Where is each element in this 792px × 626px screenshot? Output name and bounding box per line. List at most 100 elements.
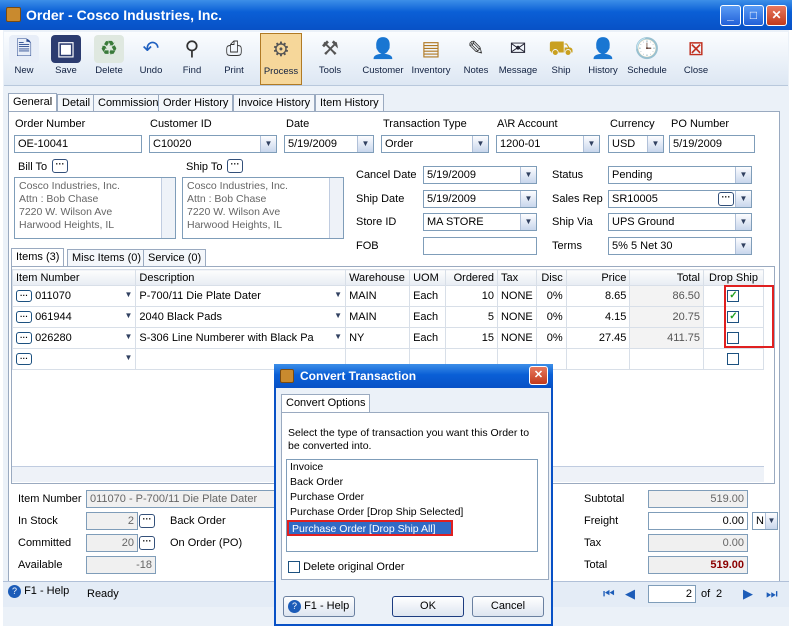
col-drop-ship[interactable]: Drop Ship bbox=[702, 269, 765, 286]
cancel-date-field[interactable]: 5/19/2009 ▼ bbox=[423, 166, 537, 184]
list-item[interactable]: Purchase Order bbox=[287, 490, 537, 505]
list-item[interactable]: Purchase Order [Drop Ship Selected] bbox=[287, 505, 537, 520]
col-disc[interactable]: Disc bbox=[535, 269, 567, 286]
freight-code-field[interactable]: N ▼ bbox=[752, 512, 778, 530]
transaction-type-field[interactable]: Order ▼ bbox=[381, 135, 489, 153]
chevron-down-icon[interactable]: ▼ bbox=[357, 136, 373, 152]
po-number-field[interactable]: 5/19/2009 bbox=[669, 135, 755, 153]
chevron-down-icon[interactable]: ▼ bbox=[735, 214, 751, 230]
uom-cell[interactable]: Each bbox=[409, 285, 447, 307]
status-field[interactable]: Pending ▼ bbox=[608, 166, 752, 184]
price-cell[interactable]: 4.15 bbox=[565, 306, 631, 328]
chevron-down-icon[interactable]: ▼ bbox=[520, 167, 536, 183]
col-tax[interactable]: Tax bbox=[496, 269, 537, 286]
bill-to-lookup-button[interactable]: ··· bbox=[52, 159, 68, 173]
description-cell[interactable]: S-306 Line Numberer with Black Pa ▼ bbox=[135, 327, 347, 349]
tab-general[interactable]: General bbox=[8, 93, 58, 112]
chevron-down-icon[interactable]: ▼ bbox=[735, 238, 751, 254]
tax-cell[interactable]: NONE bbox=[496, 306, 537, 328]
item-lookup-button[interactable]: ··· bbox=[16, 290, 32, 303]
col-description[interactable]: Description bbox=[135, 269, 347, 286]
price-cell[interactable] bbox=[565, 348, 631, 370]
col-warehouse[interactable]: Warehouse bbox=[345, 269, 411, 286]
find-button[interactable]: ⚲ Find bbox=[174, 33, 210, 85]
col-ordered[interactable]: Ordered bbox=[445, 269, 498, 286]
tab-invoice-history[interactable]: Invoice History bbox=[233, 94, 316, 112]
bill-to-scrollbar[interactable] bbox=[161, 178, 175, 238]
dialog-help-button[interactable]: ? F1 - Help bbox=[283, 596, 355, 617]
customer-button[interactable]: 👤 Customer bbox=[360, 33, 406, 85]
prev-page-icon[interactable]: ◀ bbox=[625, 586, 635, 602]
item-lookup-button[interactable]: ··· bbox=[16, 311, 32, 324]
maximize-button[interactable]: □ bbox=[743, 5, 764, 26]
order-number-field[interactable]: OE-10041 bbox=[14, 135, 142, 153]
cancel-button[interactable]: Cancel bbox=[472, 596, 544, 617]
item-number-cell[interactable]: ··· ▼ bbox=[11, 348, 137, 370]
chevron-down-icon[interactable]: ▼ bbox=[334, 332, 342, 341]
drop-ship-checkbox[interactable] bbox=[727, 353, 740, 366]
tab-items[interactable]: Items (3) bbox=[11, 248, 65, 267]
chevron-down-icon[interactable]: ▼ bbox=[124, 332, 132, 341]
tax-cell[interactable]: NONE bbox=[496, 285, 537, 307]
uom-cell[interactable]: Each bbox=[409, 306, 447, 328]
drop-ship-cell[interactable] bbox=[702, 348, 765, 370]
ship-to-address[interactable]: Cosco Industries, Inc. Attn : Bob Chase … bbox=[182, 177, 344, 239]
tax-cell[interactable]: NONE bbox=[496, 327, 537, 349]
ship-date-field[interactable]: 5/19/2009 ▼ bbox=[423, 190, 537, 208]
disc-cell[interactable]: 0% bbox=[535, 285, 567, 307]
tab-convert-options[interactable]: Convert Options bbox=[281, 394, 371, 413]
chevron-down-icon[interactable]: ▼ bbox=[765, 513, 777, 529]
history-button[interactable]: 👤 History bbox=[584, 33, 622, 85]
chevron-down-icon[interactable]: ▼ bbox=[520, 191, 536, 207]
list-item[interactable]: Invoice bbox=[287, 460, 537, 475]
tools-button[interactable]: ⚒ Tools bbox=[306, 33, 354, 85]
item-number-cell[interactable]: ··· 026280 ▼ bbox=[11, 327, 137, 349]
ordered-cell[interactable]: 15 bbox=[445, 327, 498, 349]
ar-account-field[interactable]: 1200-01 ▼ bbox=[496, 135, 600, 153]
ship-to-scrollbar[interactable] bbox=[329, 178, 343, 238]
message-button[interactable]: ✉ Message bbox=[496, 33, 540, 85]
item-lookup-button[interactable]: ··· bbox=[16, 353, 32, 366]
ok-button[interactable]: OK bbox=[392, 596, 464, 617]
customer-id-field[interactable]: C10020 ▼ bbox=[149, 135, 277, 153]
close-window-button[interactable]: ✕ bbox=[766, 5, 787, 26]
uom-cell[interactable]: Each bbox=[409, 327, 447, 349]
close-button[interactable]: ⊠ Close bbox=[676, 33, 716, 85]
currency-field[interactable]: USD ▼ bbox=[608, 135, 664, 153]
price-cell[interactable]: 8.65 bbox=[565, 285, 631, 307]
schedule-button[interactable]: 🕒 Schedule bbox=[624, 33, 670, 85]
description-cell[interactable]: 2040 Black Pads ▼ bbox=[135, 306, 347, 328]
notes-button[interactable]: ✎ Notes bbox=[458, 33, 494, 85]
inventory-button[interactable]: ▤ Inventory bbox=[408, 33, 454, 85]
col-total[interactable]: Total bbox=[629, 269, 704, 286]
price-cell[interactable]: 27.45 bbox=[565, 327, 631, 349]
table-row[interactable]: ··· 061944 ▼ 2040 Black Pads ▼ MAIN Each 5… bbox=[11, 306, 765, 328]
tab-service[interactable]: Service (0) bbox=[143, 249, 207, 267]
chevron-down-icon[interactable]: ▼ bbox=[735, 191, 751, 207]
fob-field[interactable] bbox=[423, 237, 537, 255]
new-button[interactable]: 🗎 New bbox=[6, 33, 42, 85]
chevron-down-icon[interactable]: ▼ bbox=[334, 290, 342, 299]
item-number-cell[interactable]: ··· 061944 ▼ bbox=[11, 306, 137, 328]
disc-cell[interactable]: 0% bbox=[535, 306, 567, 328]
dialog-close-button[interactable]: ✕ bbox=[529, 366, 548, 385]
undo-button[interactable]: ↶ Undo bbox=[134, 33, 168, 85]
list-item[interactable]: Back Order bbox=[287, 475, 537, 490]
ship-to-lookup-button[interactable]: ··· bbox=[227, 159, 243, 173]
tab-commission[interactable]: Commission bbox=[93, 94, 164, 112]
chevron-down-icon[interactable]: ▼ bbox=[124, 311, 132, 320]
store-id-field[interactable]: MA STORE ▼ bbox=[423, 213, 537, 231]
print-button[interactable]: ⎙ Print bbox=[216, 33, 252, 85]
item-lookup-button[interactable]: ··· bbox=[16, 332, 32, 345]
delete-original-option[interactable]: Delete original Order bbox=[288, 561, 405, 574]
chevron-down-icon[interactable]: ▼ bbox=[472, 136, 488, 152]
chevron-down-icon[interactable]: ▼ bbox=[260, 136, 276, 152]
chevron-down-icon[interactable]: ▼ bbox=[520, 214, 536, 230]
list-item-selected[interactable]: Purchase Order [Drop Ship All] bbox=[287, 520, 453, 536]
last-page-icon[interactable]: ⏭ bbox=[766, 586, 778, 602]
chevron-down-icon[interactable]: ▼ bbox=[334, 311, 342, 320]
bill-to-address[interactable]: Cosco Industries, Inc. Attn : Bob Chase … bbox=[14, 177, 176, 239]
in-stock-lookup-button[interactable]: ··· bbox=[139, 514, 155, 528]
next-page-icon[interactable]: ▶ bbox=[743, 586, 753, 602]
disc-cell[interactable]: 0% bbox=[535, 327, 567, 349]
